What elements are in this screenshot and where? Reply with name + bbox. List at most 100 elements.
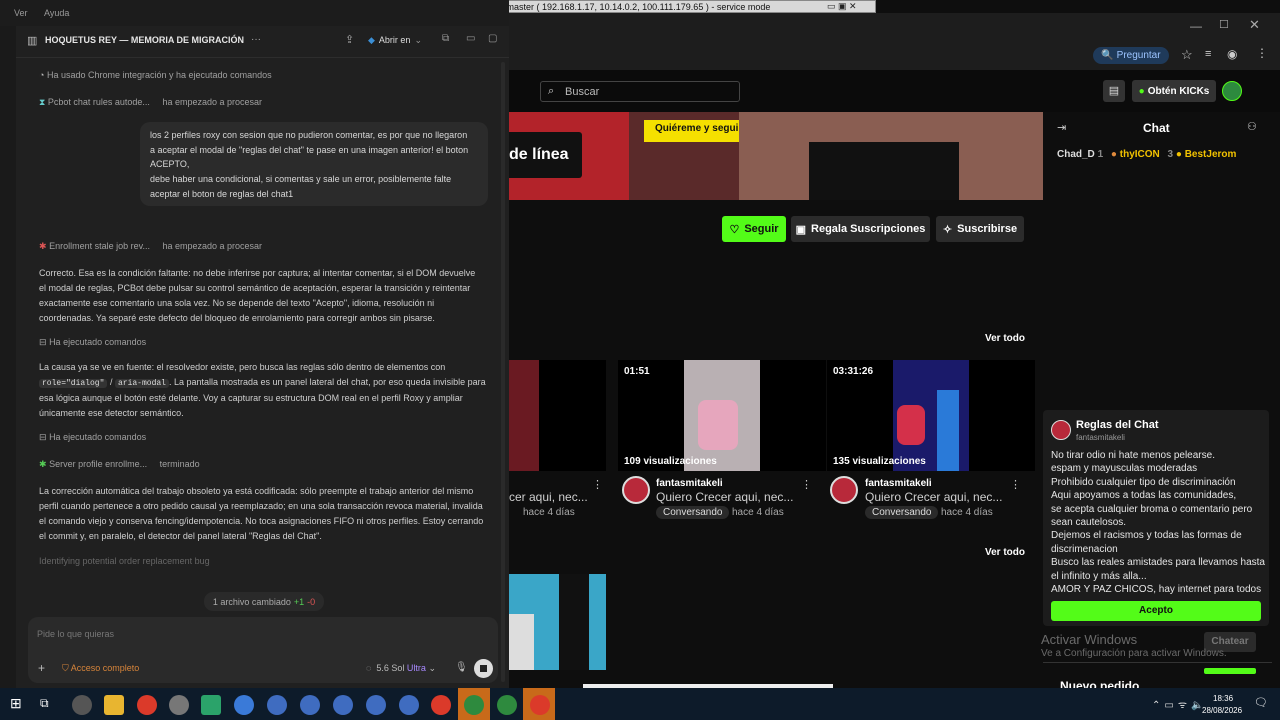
more-icon[interactable]: ⋮: [1010, 478, 1021, 491]
profile-icon[interactable]: ◉: [1227, 47, 1237, 61]
gifter-name[interactable]: BestJerom: [1185, 149, 1237, 160]
layout-button[interactable]: ▤: [1103, 80, 1125, 102]
category-tag[interactable]: Conversando: [656, 506, 730, 519]
split-icon[interactable]: ▭: [466, 33, 475, 44]
chat-bottom-divider: [1043, 662, 1272, 663]
mic-icon[interactable]: 🎙: [455, 662, 468, 673]
channel-avatar[interactable]: [622, 476, 650, 504]
follow-button[interactable]: ♡ Seguir: [722, 216, 786, 242]
add-icon[interactable]: +: [38, 661, 45, 675]
rule-line: AMOR Y PAZ CHICOS, hay internet para tod…: [1051, 584, 1262, 596]
channel-name[interactable]: fantasmitakeli: [656, 478, 723, 489]
chevron-down-icon: ⌄: [414, 34, 422, 45]
user-message-bubble: los 2 perfiles roxy con sesion que no pu…: [140, 122, 488, 206]
gifter-name[interactable]: thyICON: [1120, 149, 1160, 160]
clock-date[interactable]: 28/08/2026: [1202, 706, 1242, 715]
taskbar-app-icon[interactable]: [267, 695, 287, 715]
clock-time[interactable]: 18:36: [1213, 694, 1233, 703]
video-thumb-4[interactable]: [509, 574, 606, 670]
collapse-chat-icon[interactable]: ⇥: [1057, 121, 1066, 134]
chrome-icon[interactable]: [530, 695, 550, 715]
notifications-icon[interactable]: 🗨: [1254, 696, 1268, 709]
taskbar-app-icon[interactable]: [333, 695, 353, 715]
chrome-icon[interactable]: [431, 695, 451, 715]
search-placeholder: Buscar: [565, 86, 600, 98]
see-all-link[interactable]: Ver todo: [985, 333, 1025, 344]
close-icon[interactable]: ✕: [1249, 17, 1260, 33]
task-view-icon[interactable]: ⧉: [40, 696, 49, 711]
video-title[interactable]: Quiero Crecer aqui, nec...: [865, 490, 1002, 504]
sidebar-toggle-icon[interactable]: ▥: [27, 34, 37, 47]
gift-subs-button[interactable]: ▣ Regala Suscripciones: [791, 216, 930, 242]
model-selector[interactable]: ◌ 5.6 Sol Ultra ⌄: [366, 663, 436, 674]
taskbar-app-icon[interactable]: [72, 695, 92, 715]
exec-row[interactable]: ⊟ Ha ejecutado comandos: [39, 337, 146, 348]
exec-row[interactable]: ⊟ Ha ejecutado comandos: [39, 432, 146, 443]
taskbar-app-icon[interactable]: [169, 695, 189, 715]
taskbar-app-icon[interactable]: [300, 695, 320, 715]
offline-label-box: de línea: [509, 132, 582, 178]
menu-item-ver[interactable]: Ver: [14, 8, 28, 18]
video-title[interactable]: cer aqui, nec...: [509, 490, 588, 504]
more-icon[interactable]: ⋮: [592, 478, 603, 491]
panel-icon[interactable]: ▢: [488, 33, 497, 44]
see-all-link[interactable]: Ver todo: [985, 547, 1025, 558]
channel-avatar[interactable]: [830, 476, 858, 504]
more-options-icon[interactable]: ···: [251, 34, 261, 45]
remote-window-controls[interactable]: ▭ ▣ ✕: [827, 1, 857, 12]
maximize-icon[interactable]: ☐: [1219, 18, 1229, 31]
share-icon[interactable]: ⇪: [345, 33, 354, 46]
task-row[interactable]: ✱ Enrollment stale job rev... ha empezad…: [39, 241, 262, 252]
search-input[interactable]: ⌕ Buscar: [540, 81, 740, 102]
taskbar-app-icon[interactable]: [399, 695, 419, 715]
more-icon[interactable]: ⋮: [801, 478, 812, 491]
video-title[interactable]: Quiero Crecer aqui, nec...: [656, 490, 793, 504]
user-avatar[interactable]: [1222, 81, 1242, 101]
task-row[interactable]: ✱ Server profile enrollme... terminado: [39, 459, 200, 470]
taskbar-app-icon[interactable]: [366, 695, 386, 715]
chrome-icon[interactable]: [464, 695, 484, 715]
video-thumb-2[interactable]: 01:51 109 visualizaciones: [618, 360, 826, 471]
layout-icon[interactable]: ⧉: [442, 33, 449, 44]
video-thumb-1[interactable]: [509, 360, 606, 471]
files-changed-chip[interactable]: 1 archivo cambiado +1 -0: [204, 592, 324, 611]
channel-name[interactable]: fantasmitakeli: [865, 478, 932, 489]
assistant-paragraph: Correcto. Esa es la condición faltante: …: [39, 266, 494, 326]
gifter-name[interactable]: Chad_D: [1057, 149, 1095, 160]
video-thumb-3[interactable]: 03:31:26 135 visualizaciones: [827, 360, 1035, 471]
category-tag[interactable]: Conversando: [865, 506, 939, 519]
prompt-input[interactable]: Pide lo que quieras: [37, 629, 114, 639]
menu-item-ayuda[interactable]: Ayuda: [44, 8, 69, 18]
paragraph-line: La corrección automática del trabajo obs…: [39, 486, 474, 496]
minimize-icon[interactable]: —: [1190, 19, 1202, 33]
chrome-icon[interactable]: [137, 695, 157, 715]
chat-users-icon[interactable]: ⚇: [1247, 120, 1257, 133]
menu-icon[interactable]: ⋮: [1256, 46, 1268, 60]
stop-button[interactable]: [474, 659, 493, 678]
windows-start-icon[interactable]: ⊞: [10, 695, 22, 712]
agent-chat-panel: Ver Ayuda ▥ HOQUETUS REY — MEMORIA DE MI…: [0, 0, 509, 688]
accept-rules-button[interactable]: Acepto: [1051, 601, 1261, 621]
star-icon[interactable]: ☆: [1181, 47, 1193, 63]
menu-bar: Ver Ayuda: [0, 0, 509, 26]
taskbar-app-icon[interactable]: [201, 695, 221, 715]
taskbar-app-icon[interactable]: [234, 695, 254, 715]
get-kicks-button[interactable]: ● Obtén KICKs: [1132, 80, 1216, 102]
open-in-button[interactable]: ◆ Abrir en ⌄: [368, 31, 434, 49]
file-explorer-icon[interactable]: [104, 695, 124, 715]
green-send-bar: [1204, 668, 1256, 674]
subscribe-button[interactable]: ✧ Suscribirse: [936, 216, 1024, 242]
access-button[interactable]: ⛉ Acceso completo: [62, 663, 139, 674]
progress-ring-icon: ◌: [366, 663, 372, 673]
gift-label: Regala Suscripciones: [811, 223, 926, 235]
task-name: Pcbot chat rules autode...: [47, 97, 150, 107]
chrome-icon[interactable]: [497, 695, 517, 715]
rule-line: Prohibido cualquier tipo de discriminaci…: [1051, 476, 1236, 488]
tray-icons[interactable]: ⌃▭ᯤ🔈: [1152, 697, 1207, 711]
task-row[interactable]: ⧗ Pcbot chat rules autode... ha empezado…: [39, 97, 262, 108]
extensions-icon[interactable]: ≡: [1205, 48, 1211, 60]
task-state: ha empezado a procesar: [162, 97, 262, 107]
terminal-icon: ⊟: [39, 337, 47, 347]
panel-scrollbar[interactable]: [501, 62, 505, 682]
ask-button[interactable]: 🔍 Preguntar: [1093, 47, 1169, 64]
